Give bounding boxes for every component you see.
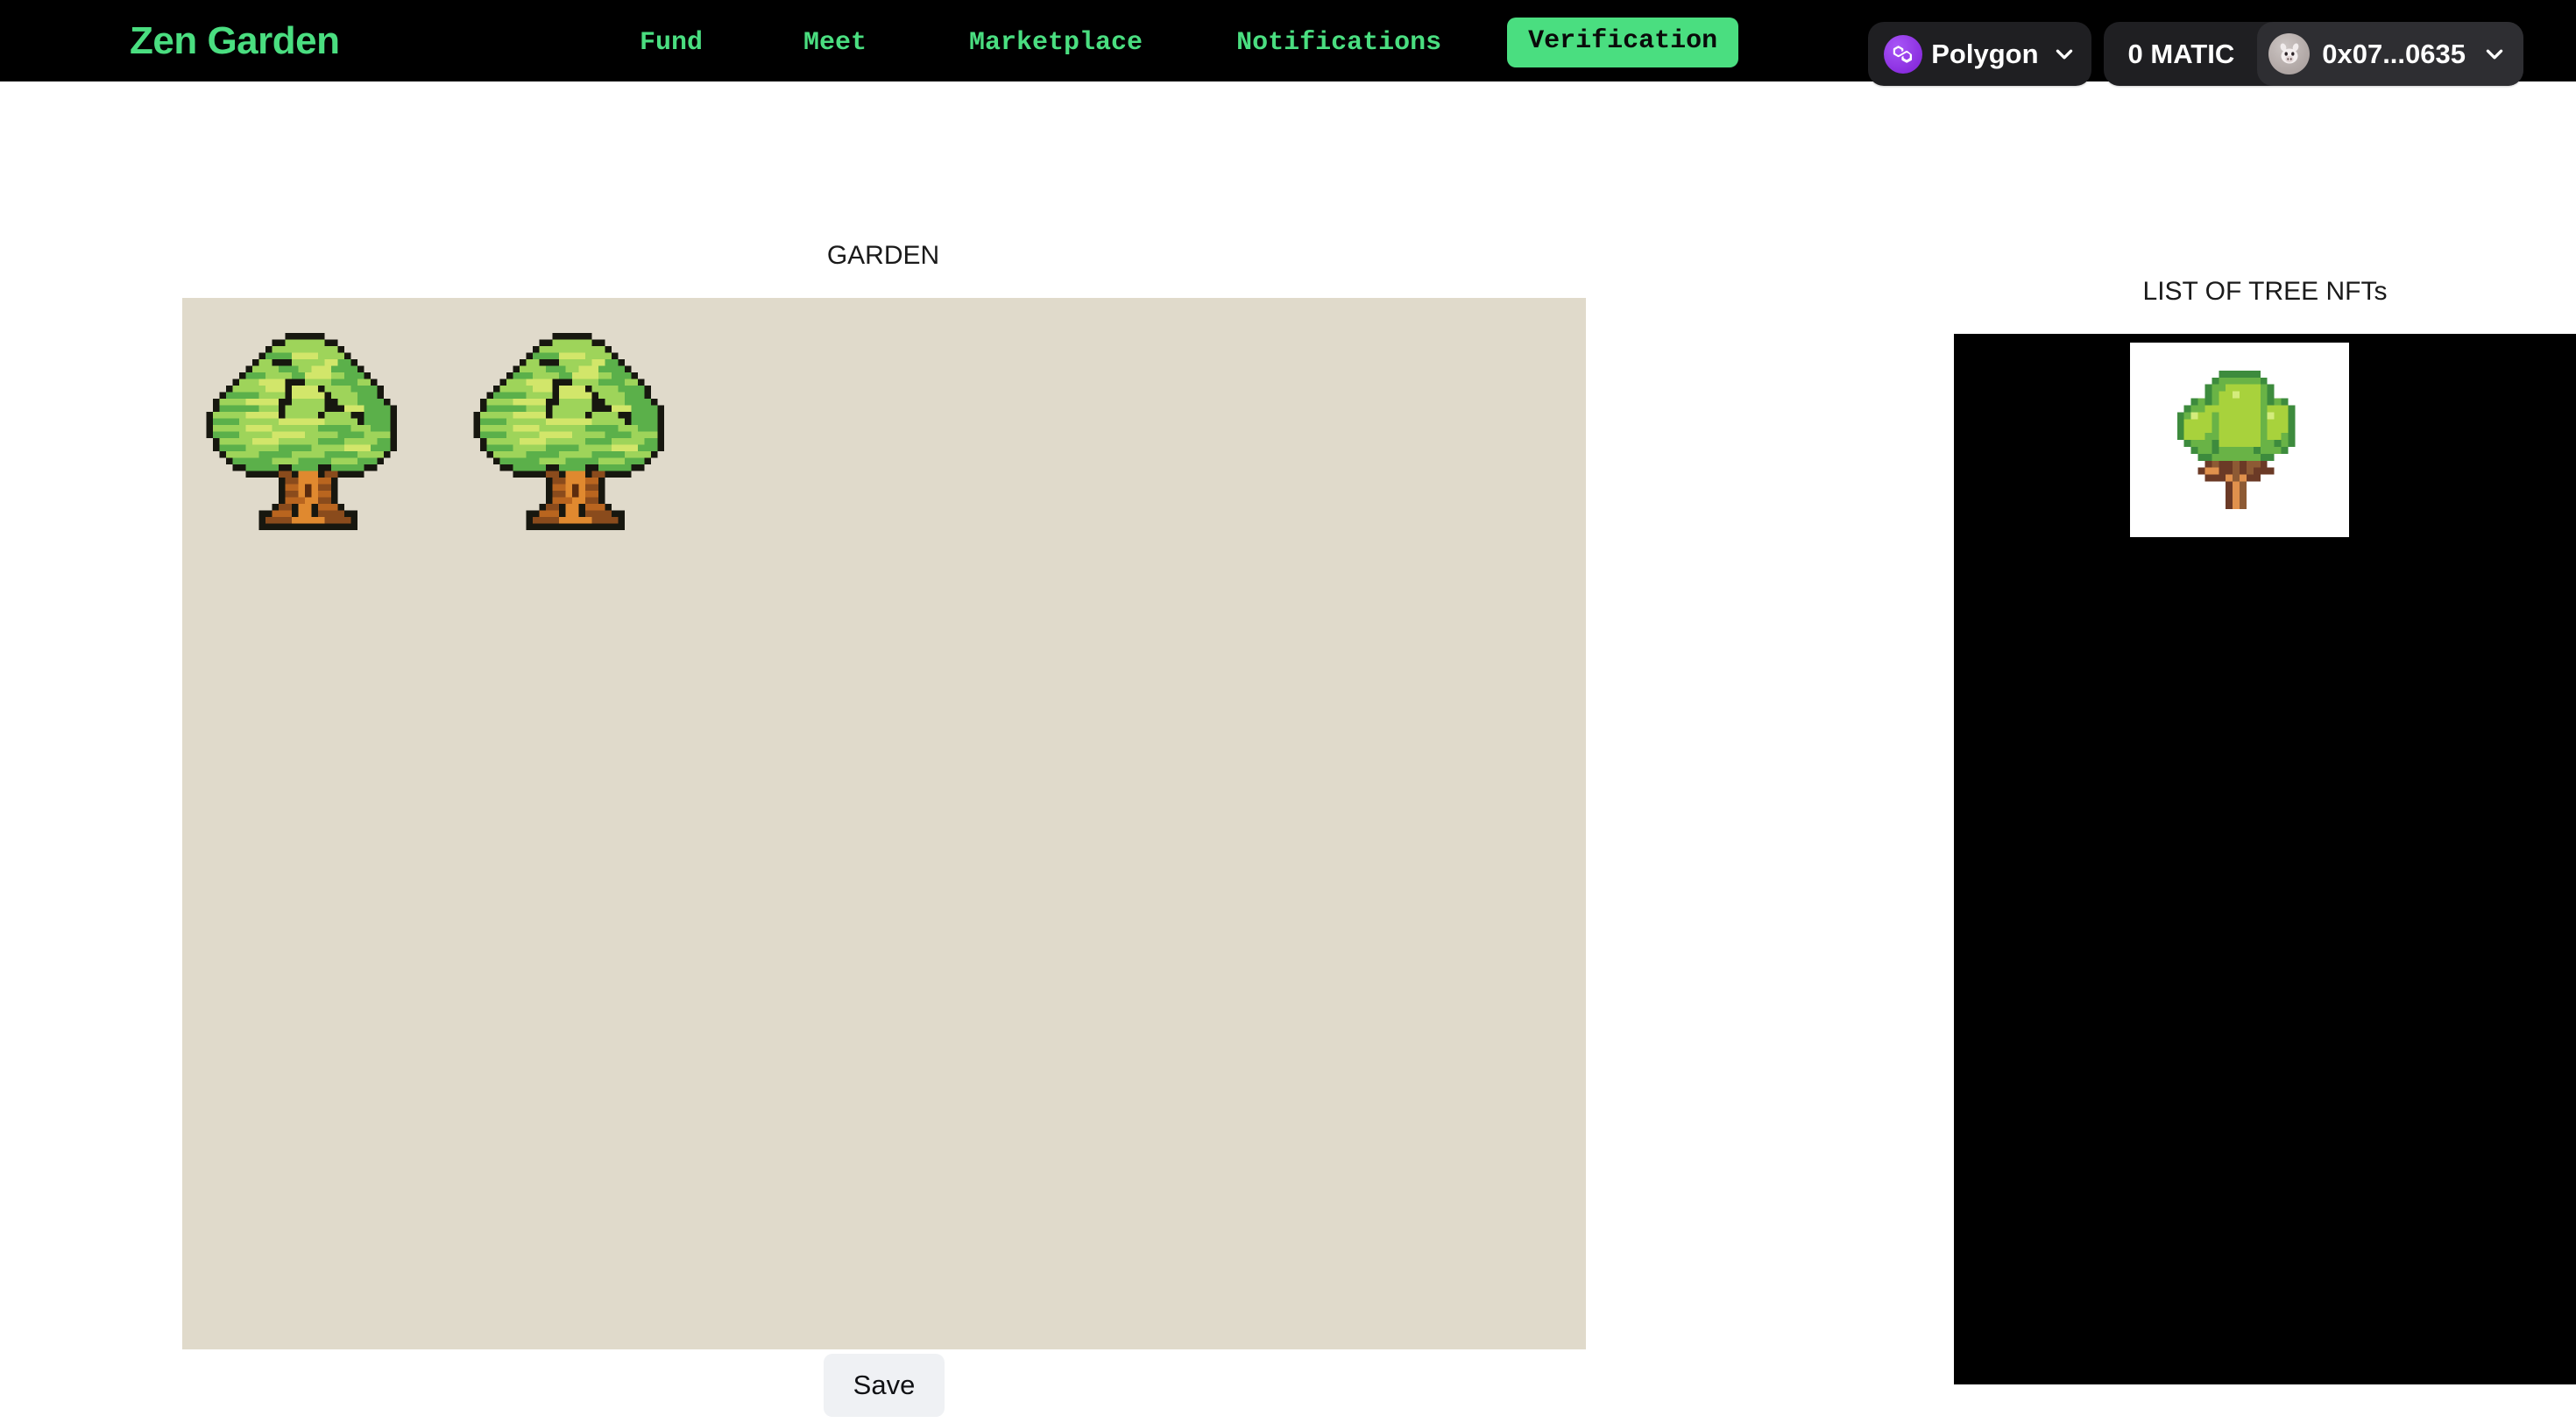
network-label: Polygon — [1931, 38, 2039, 69]
garden-tree-1[interactable] — [200, 320, 410, 530]
nav-item-notifications[interactable]: Notifications — [1236, 19, 1441, 67]
wallet-balance: 0 MATIC — [2127, 38, 2235, 69]
main-nav: Fund Meet Marketplace Notifications Veri… — [640, 18, 1739, 67]
nft-list-panel — [1954, 334, 2576, 1384]
account-address-label: 0x07...0635 — [2322, 38, 2466, 69]
network-selector-button[interactable]: Polygon — [1868, 22, 2091, 86]
nav-item-meet[interactable]: Meet — [803, 19, 867, 67]
account-address-button[interactable]: 0x07...0635 — [2257, 22, 2523, 86]
account-avatar-icon — [2268, 33, 2311, 74]
polygon-logo-icon — [1884, 34, 1923, 74]
brand-logo[interactable]: Zen Garden — [130, 12, 340, 70]
save-button[interactable]: Save — [824, 1354, 945, 1417]
nav-item-marketplace[interactable]: Marketplace — [969, 19, 1143, 67]
chevron-down-icon — [2483, 43, 2506, 66]
pixel-tree-icon — [2176, 370, 2296, 510]
account-chip: 0 MATIC 0x07...0635 — [2103, 22, 2523, 86]
chevron-down-icon — [2053, 43, 2076, 66]
garden-section-title: GARDEN — [826, 241, 940, 270]
nft-tree-card-1[interactable] — [2130, 343, 2349, 537]
verification-button[interactable]: Verification — [1507, 18, 1739, 67]
wallet-widget: Polygon 0 MATIC 0x07...0635 — [1868, 22, 2523, 86]
nav-item-fund[interactable]: Fund — [640, 19, 703, 67]
nft-list-title: LIST OF TREE NFTs — [2142, 277, 2388, 306]
garden-tree-2[interactable] — [467, 320, 677, 530]
garden-canvas[interactable] — [182, 298, 1586, 1349]
